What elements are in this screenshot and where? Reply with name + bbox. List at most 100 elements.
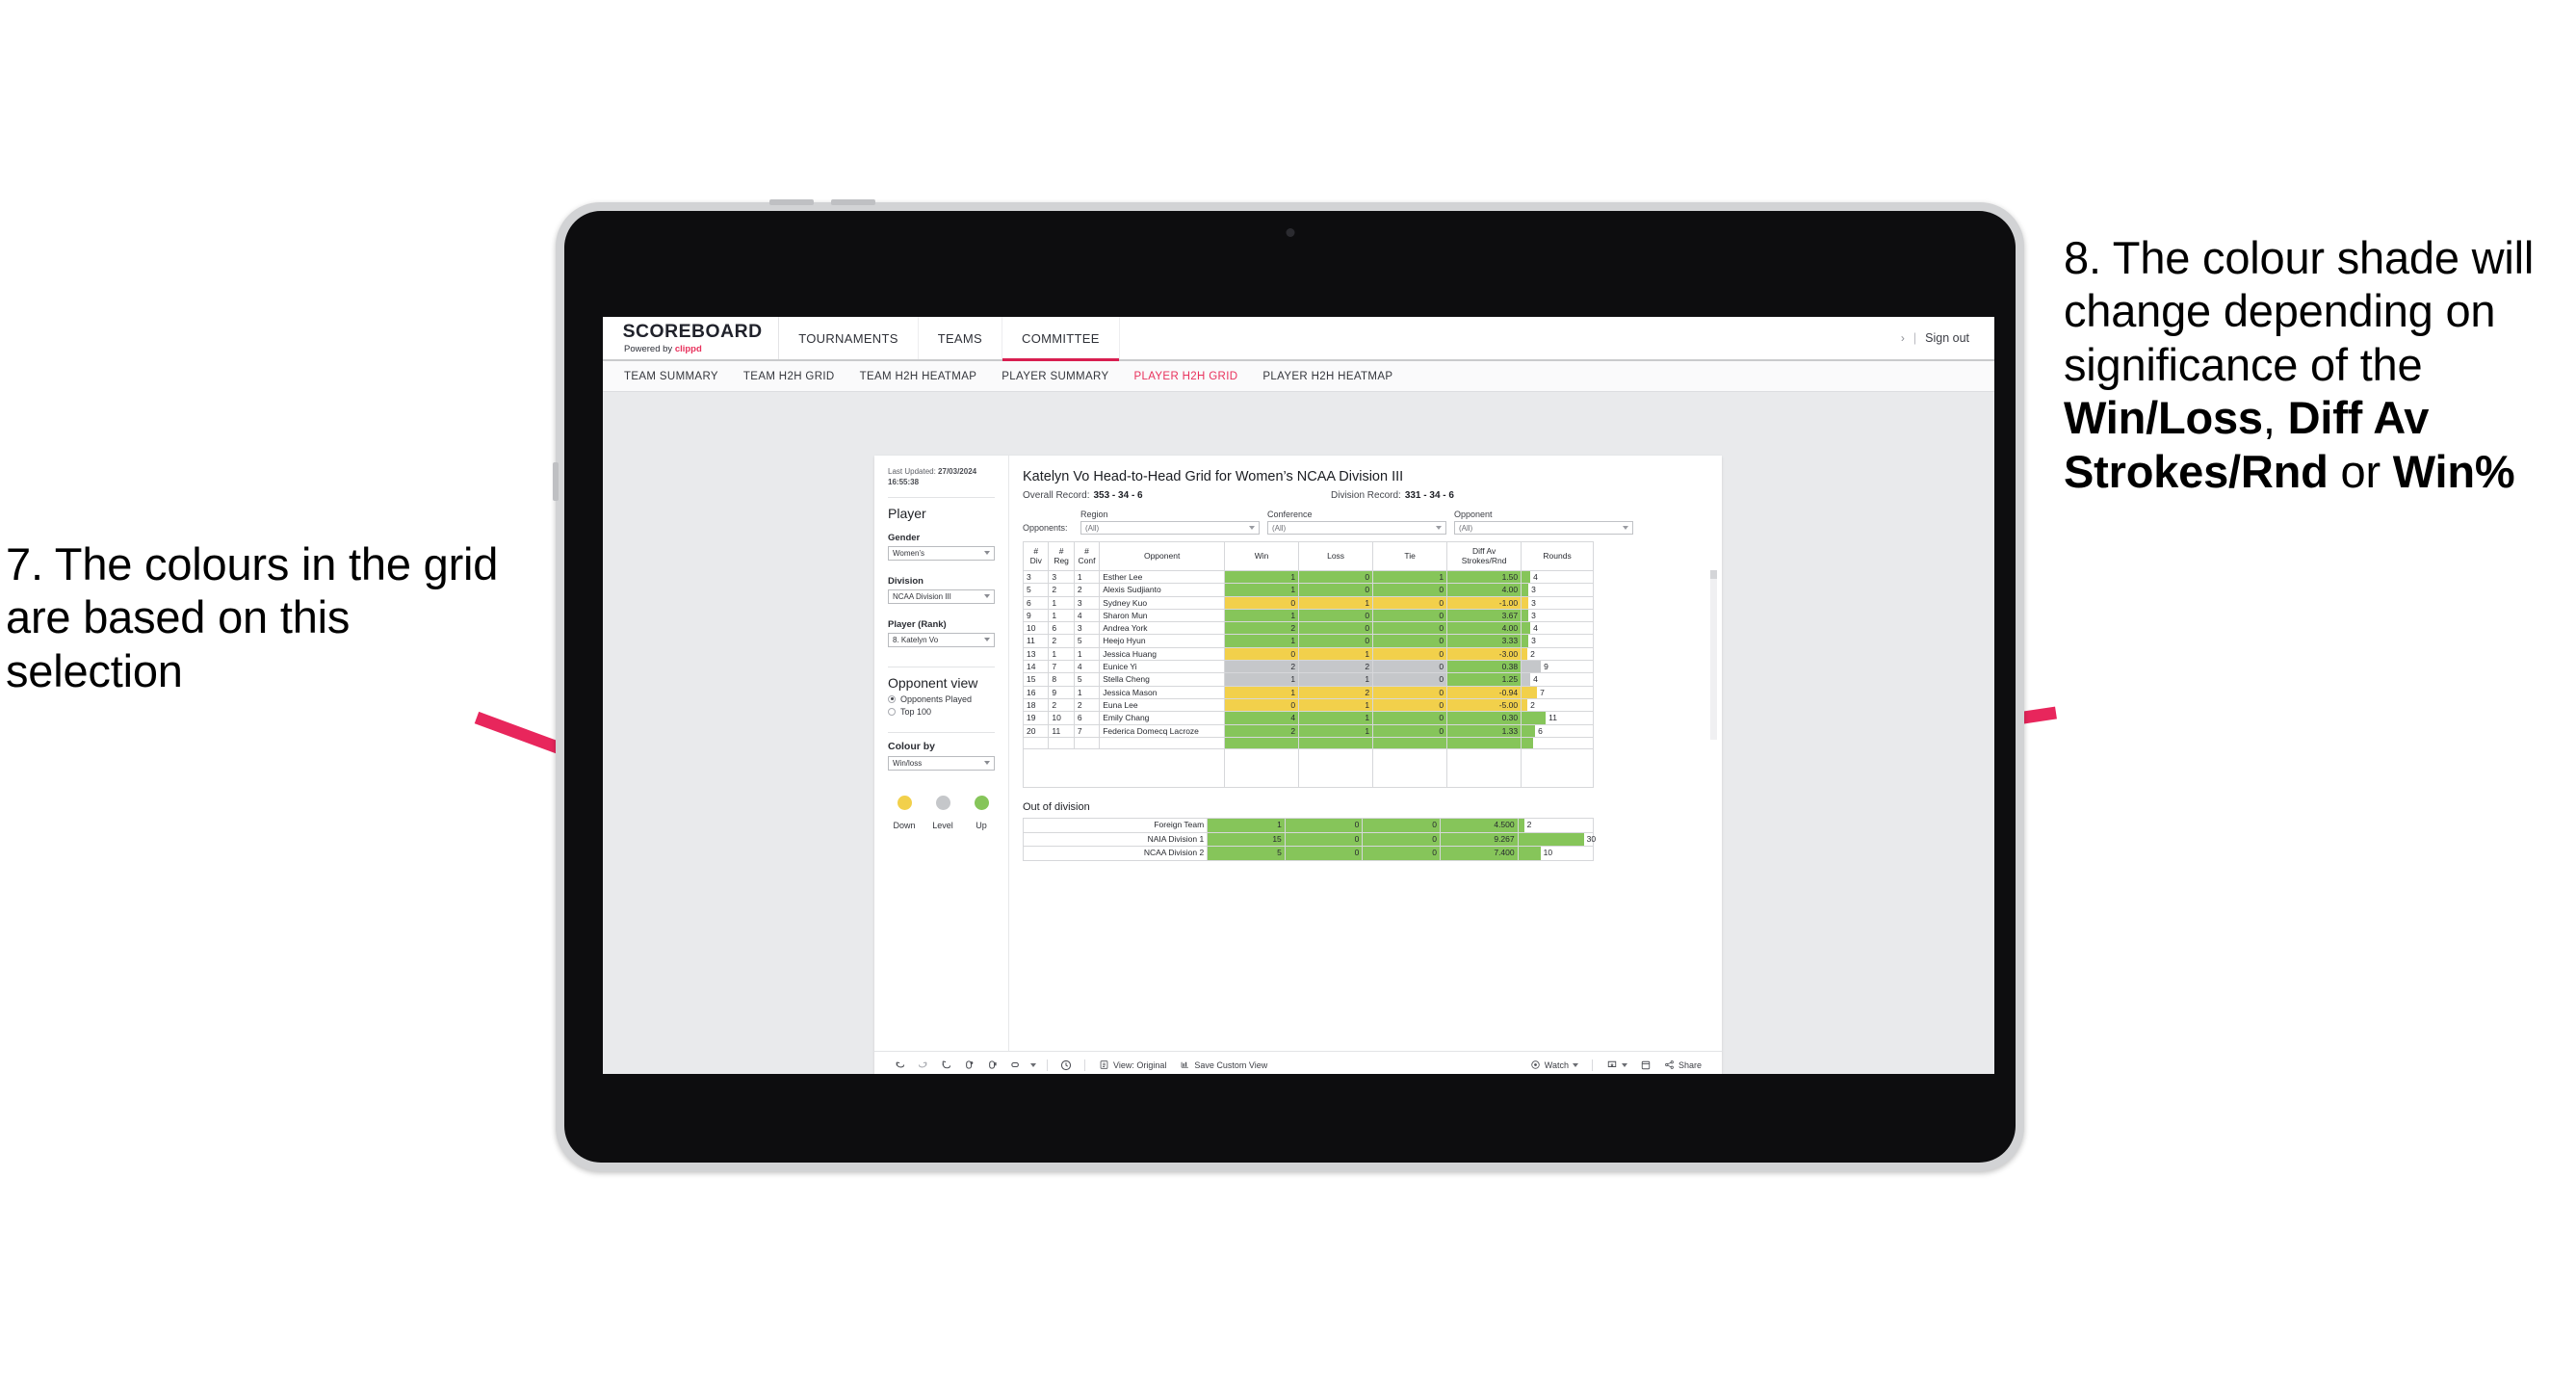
table-row[interactable]: 3 3 1 Esther Lee 1 0 1 1.50 4	[1022, 569, 1594, 585]
grid-scrollbar-thumb[interactable]	[1710, 570, 1717, 579]
cell-tie: 0	[1372, 583, 1448, 597]
watch-button[interactable]: Watch	[1523, 1052, 1585, 1075]
cell-diff-av-strokes: 0.38	[1446, 660, 1522, 674]
grid-scrollbar[interactable]	[1710, 570, 1717, 740]
radio-top-100[interactable]: Top 100	[888, 707, 995, 717]
cell-diff-av-strokes: 0.30	[1446, 711, 1522, 725]
volume-button-up[interactable]	[769, 199, 814, 205]
filter-opponent-select[interactable]: (All)	[1454, 521, 1633, 535]
save-custom-view-button[interactable]: Save Custom View	[1173, 1052, 1274, 1075]
radio-opponents-played-label: Opponents Played	[900, 693, 973, 704]
sign-out-link[interactable]: Sign out	[1925, 331, 1969, 345]
topnav-divider: |	[1912, 331, 1917, 345]
subnav-item-team-h2h-grid[interactable]: TEAM H2H GRID	[743, 371, 835, 382]
table-row[interactable]: 6 1 3 Sydney Kuo 0 1 0 -1.00 3	[1022, 595, 1594, 610]
revert-icon[interactable]	[934, 1052, 957, 1075]
table-row[interactable]: 5 2 2 Alexis Sudjianto 1 0 0 4.00 3	[1022, 583, 1594, 597]
filter-opponent-value: (All)	[1459, 523, 1473, 533]
subnav-item-player-h2h-heatmap[interactable]: PLAYER H2H HEATMAP	[1262, 371, 1392, 382]
cell-loss: 1	[1298, 646, 1374, 662]
table-row[interactable]: 19 10 6 Emily Chang 4 1 0 0.30 11	[1022, 711, 1594, 725]
subnav-item-team-summary[interactable]: TEAM SUMMARY	[624, 371, 718, 382]
topnav-item-tournaments[interactable]: TOURNAMENTS	[779, 317, 919, 359]
cell-conf: 5	[1073, 672, 1101, 687]
cell-rounds: 3	[1521, 595, 1594, 610]
cell-conf: 2	[1073, 583, 1101, 597]
table-row[interactable]: 16 9 1 Jessica Mason 1 2 0 -0.94 7	[1022, 685, 1594, 699]
workbook-toolbar: View: Original Save Custom View Watch Sh…	[874, 1051, 1722, 1074]
cell-conf: 2	[1073, 697, 1101, 713]
refresh-icon[interactable]	[957, 1052, 980, 1075]
filter-conference-select[interactable]: (All)	[1267, 521, 1446, 535]
topnav-item-committee[interactable]: COMMITTEE	[1002, 317, 1120, 361]
topnav-right-group: › | Sign out	[1901, 317, 1994, 359]
tablet-bezel: SCOREBOARD Powered by clippd TOURNAMENTS…	[564, 211, 2016, 1163]
division-select[interactable]: NCAA Division III	[888, 588, 995, 604]
table-row[interactable]: 9 1 4 Sharon Mun 1 0 0 3.67 3	[1022, 608, 1594, 623]
cell-diff-av-strokes: 3.67	[1446, 608, 1522, 623]
out-of-division-row[interactable]: NAIA Division 1 15 0 0 9.267 30	[1022, 831, 1596, 848]
colour-by-select[interactable]: Win/loss	[888, 755, 995, 771]
chevron-right-icon[interactable]: ›	[1901, 331, 1905, 345]
highlight-dropdown-caret[interactable]	[1027, 1052, 1040, 1075]
redo-icon[interactable]	[911, 1052, 934, 1075]
chevron-down-icon	[1572, 1062, 1578, 1067]
table-row[interactable]: 15 8 5 Stella Cheng 1 1 0 1.25 4	[1022, 672, 1594, 687]
undo-icon[interactable]	[888, 1052, 911, 1075]
table-row[interactable]: 10 6 3 Andrea York 2 0 0 4.00 4	[1022, 621, 1594, 636]
table-row[interactable]: 20 11 7 Federica Domecq Lacroze 2 1 0 1.33 6	[1022, 723, 1594, 738]
cell-opponent: Andrea York	[1099, 621, 1226, 636]
pause-icon[interactable]	[980, 1052, 1003, 1075]
table-row[interactable]: 14 7 4 Eunice Yi 2 2 0 0.38 9	[1022, 660, 1594, 674]
cell-rounds: 11	[1521, 711, 1594, 725]
subnav-item-player-summary[interactable]: PLAYER SUMMARY	[1002, 371, 1108, 382]
camera-icon	[1286, 228, 1294, 237]
out-of-division-row[interactable]: Foreign Team 1 0 0 4.500 2	[1022, 818, 1595, 833]
filter-region-select[interactable]: (All)	[1080, 521, 1260, 535]
download-button[interactable]	[1600, 1052, 1634, 1075]
cell-reg: 11	[1048, 723, 1075, 738]
cell-reg: 7	[1048, 660, 1075, 674]
opponent-filters: Opponents: Region (All) Conference (All)…	[1023, 510, 1706, 535]
cell-loss: 0	[1298, 608, 1374, 623]
filter-opponent: Opponent (All)	[1454, 510, 1633, 535]
cell-conf: 4	[1073, 660, 1101, 674]
radio-icon-selected	[888, 694, 896, 703]
gender-label: Gender	[888, 532, 921, 543]
cell-ood-name: NAIA Division 1	[1022, 831, 1209, 848]
rounds-value: 3	[1531, 610, 1536, 620]
toolbar-divider-1	[1047, 1059, 1048, 1071]
view-original-button[interactable]: View: Original	[1092, 1052, 1173, 1075]
share-button[interactable]: Share	[1657, 1052, 1708, 1075]
subnav-item-team-h2h-heatmap[interactable]: TEAM H2H HEATMAP	[860, 371, 977, 382]
fullscreen-icon[interactable]	[1634, 1052, 1657, 1075]
cell-reg: 1	[1048, 646, 1075, 662]
filter-sidebar: Last Updated: 27/03/2024 16:55:38 Player…	[874, 456, 1009, 1051]
clock-icon[interactable]	[1054, 1052, 1078, 1075]
header-div-l2: Div	[1029, 555, 1042, 565]
subnav-item-player-h2h-grid[interactable]: PLAYER H2H GRID	[1133, 371, 1237, 382]
gender-select[interactable]: Women’s	[888, 545, 995, 561]
highlight-icon[interactable]	[1003, 1052, 1027, 1075]
header-conf: # Conf	[1073, 541, 1101, 571]
topnav-item-teams[interactable]: TEAMS	[919, 317, 1002, 359]
header-opponent: Opponent	[1099, 541, 1226, 571]
volume-button-down[interactable]	[831, 199, 875, 205]
brand-logo[interactable]: SCOREBOARD Powered by clippd	[603, 317, 780, 359]
table-row[interactable]: 18 2 2 Euna Lee 0 1 0 -5.00 2	[1022, 697, 1594, 713]
table-row[interactable]: 13 1 1 Jessica Huang 0 1 0 -3.00 2	[1022, 646, 1594, 662]
legend-item-down: Down	[892, 795, 917, 830]
player-rank-select[interactable]: 8. Katelyn Vo	[888, 632, 995, 647]
legend-dot-level	[935, 795, 950, 810]
cell-blank-rounds	[1521, 748, 1594, 789]
legend-caption-up: Up	[976, 820, 987, 830]
out-of-division-row[interactable]: NCAA Division 2 5 0 0 7.400 10	[1022, 846, 1595, 861]
radio-opponents-played[interactable]: Opponents Played	[888, 694, 995, 704]
header-diff-av-strokes: Diff Av Strokes/Rnd	[1446, 541, 1522, 571]
power-button[interactable]	[553, 462, 559, 501]
table-row[interactable]: 11 2 5 Heejo Hyun 1 0 0 3.33 3	[1022, 634, 1594, 648]
cell-ood-rounds: 10	[1517, 846, 1595, 861]
cell-win: 1	[1224, 608, 1300, 623]
cell-opponent: Emily Chang	[1099, 711, 1226, 725]
h2h-grid-body: 3 3 1 Esther Lee 1 0 1 1.50 4 5 2 2 Alexis Sudjianto…	[1022, 569, 1594, 789]
